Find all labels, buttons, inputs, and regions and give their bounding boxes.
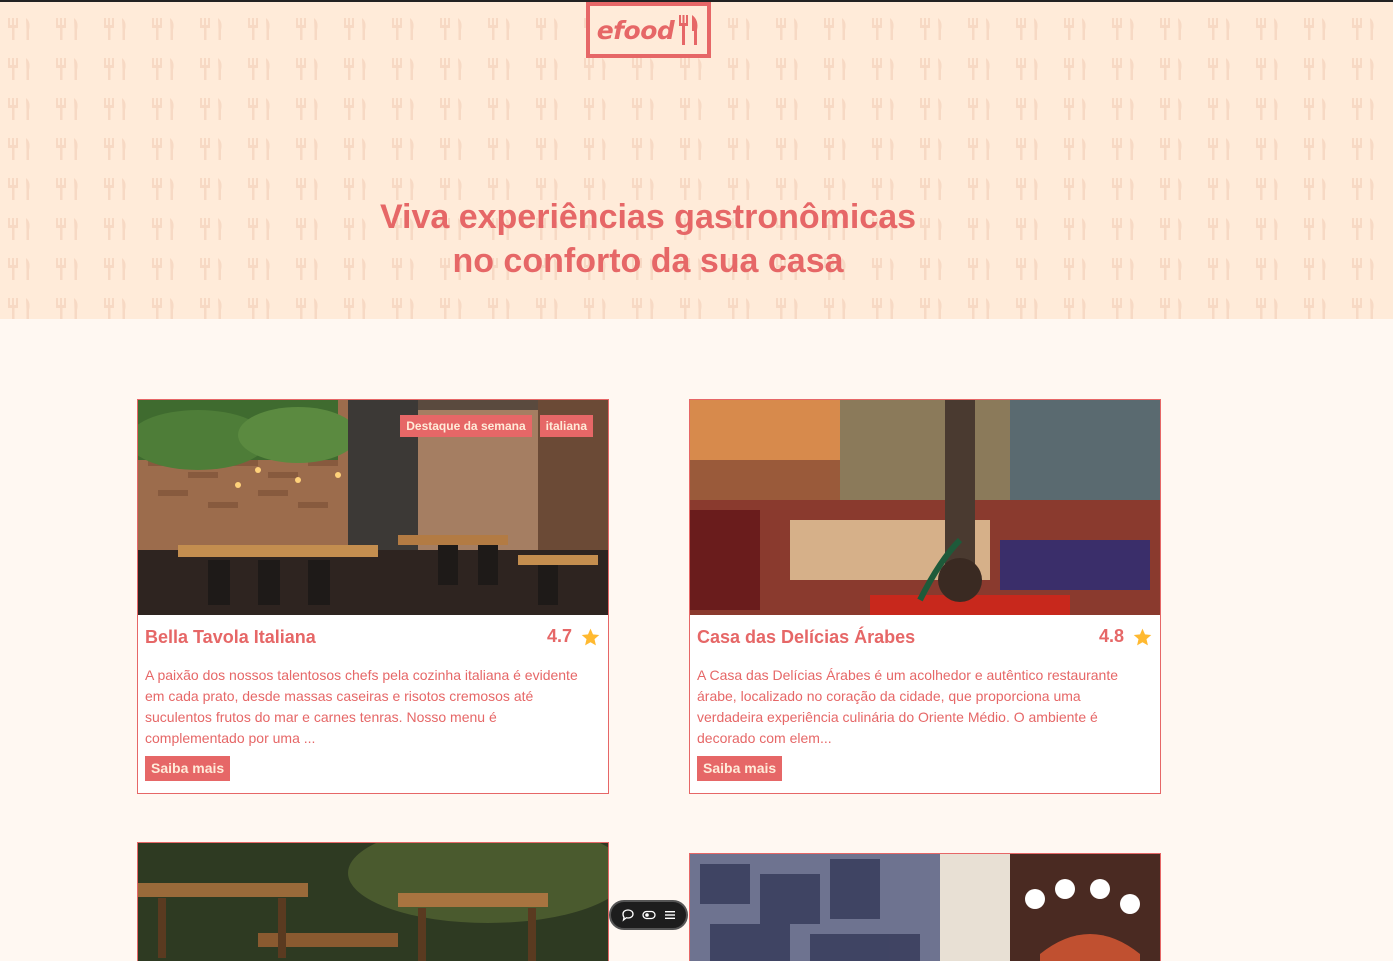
restaurant-photo: Destaque da semana italiana <box>138 400 608 615</box>
restaurant-card <box>689 853 1161 961</box>
restaurant-card <box>137 842 609 961</box>
star-icon <box>581 628 600 645</box>
tag-cuisine: italiana <box>539 415 593 437</box>
restaurant-name: Bella Tavola Italiana <box>145 627 316 647</box>
hero-title-line-1: Viva experiências gastronômicas <box>379 198 917 236</box>
restaurant-name: Casa das Delícias Árabes <box>697 627 916 647</box>
restaurant-photo <box>690 400 1160 615</box>
cutlery-icon <box>679 15 698 45</box>
saiba-mais-button[interactable]: Saiba mais <box>697 756 783 781</box>
efood-logo[interactable]: efood <box>586 2 711 58</box>
logo-text: efood <box>596 15 675 45</box>
chat-icon[interactable] <box>620 907 636 923</box>
menu-icon[interactable] <box>662 907 678 923</box>
restaurant-description: A paixão dos nossos talentosos chefs pel… <box>145 667 578 746</box>
star-icon <box>1133 628 1152 645</box>
hero-header: efood Viva experiências gastronômicas no… <box>0 2 1393 319</box>
restaurant-photo <box>138 843 608 961</box>
restaurant-rating: 4.7 <box>547 626 601 647</box>
restaurant-rating: 4.8 <box>1099 626 1153 647</box>
tag-highlight: Destaque da semana <box>400 415 532 437</box>
rating-value: 4.7 <box>546 626 572 646</box>
saiba-mais-button[interactable]: Saiba mais <box>145 756 231 781</box>
hero-title-line-2: no conforto da sua casa <box>452 242 844 280</box>
restaurant-description: A Casa das Delícias Árabes é um acolhedo… <box>697 667 1119 746</box>
floating-toolbar <box>609 900 688 930</box>
toggle-icon[interactable] <box>641 907 657 923</box>
rating-value: 4.8 <box>1098 626 1124 646</box>
hero-title: Viva experiências gastronômicas no confo… <box>300 195 996 283</box>
tag-list: Destaque da semana italiana <box>400 415 593 437</box>
restaurant-card: Casa das Delícias Árabes 4.8 A Casa das … <box>689 399 1161 794</box>
restaurant-photo <box>690 854 1160 961</box>
restaurant-card: Destaque da semana italiana Bella Tavola… <box>137 399 609 794</box>
